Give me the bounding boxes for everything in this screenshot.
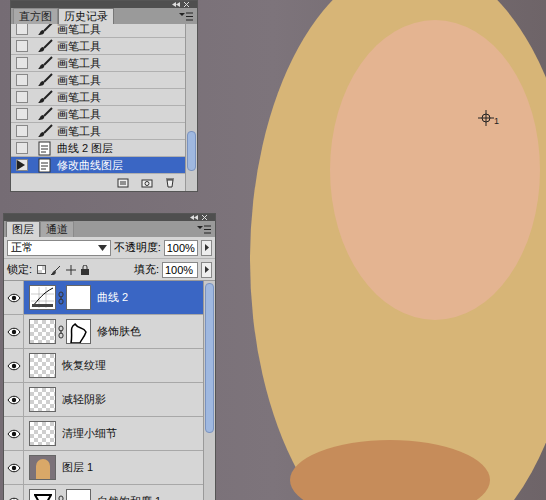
snapshot-source-box[interactable]: [16, 159, 28, 171]
snapshot-source-box[interactable]: [16, 125, 28, 137]
brush-icon: [37, 39, 53, 53]
panel-tabs: 直方图历史记录: [11, 8, 197, 24]
history-item[interactable]: 修改曲线图层: [11, 157, 185, 174]
collapse-icon[interactable]: [190, 215, 198, 220]
history-item[interactable]: 画笔工具: [11, 24, 185, 38]
history-item[interactable]: 曲线 2 图层: [11, 140, 185, 157]
layer-row[interactable]: 清理小细节: [4, 417, 203, 451]
document-icon: [37, 141, 53, 156]
photoshop-screen: 1直方图历史记录画笔工具画笔工具画笔工具画笔工具画笔工具画笔工具画笔工具曲线 2…: [0, 0, 546, 500]
layers-panel: 图层通道正常不透明度:100%锁定:填充:100%曲线 2修饰肤色恢复纹理减轻阴…: [3, 213, 216, 500]
panel-tab[interactable]: 通道: [40, 221, 74, 237]
document-icon: [37, 158, 53, 173]
dropdown-arrow-icon: [98, 245, 107, 251]
layer-mask-thumbnail[interactable]: [66, 285, 91, 310]
fill-field[interactable]: 100%: [162, 262, 198, 278]
history-item[interactable]: 画笔工具: [11, 106, 185, 123]
panel-tab[interactable]: 历史记录: [58, 8, 114, 24]
transparent-thumbnail: [29, 387, 56, 412]
lock-all-icon[interactable]: [81, 265, 89, 275]
transparent-thumbnail: [29, 319, 56, 344]
snapshot-source-box[interactable]: [16, 108, 28, 120]
eye-icon[interactable]: [7, 327, 21, 337]
blend-mode-select[interactable]: 正常: [7, 240, 111, 256]
history-item[interactable]: 画笔工具: [11, 72, 185, 89]
layers-list: 曲线 2修饰肤色恢复纹理减轻阴影清理小细节图层 1自然饱和度 1: [4, 281, 203, 500]
layer-mask-thumbnail[interactable]: [66, 319, 91, 344]
photo-thumbnail: [29, 455, 56, 480]
snapshot-source-box[interactable]: [16, 74, 28, 86]
layer-row[interactable]: 恢复纹理: [4, 349, 203, 383]
brush-icon: [37, 24, 53, 36]
snapshot-source-box[interactable]: [16, 24, 28, 35]
transparent-thumbnail: [29, 421, 56, 446]
curves-thumbnail: [29, 285, 56, 310]
history-list: 画笔工具画笔工具画笔工具画笔工具画笔工具画笔工具画笔工具曲线 2 图层修改曲线图…: [11, 24, 185, 191]
layer-mask-thumbnail[interactable]: [66, 489, 91, 500]
layer-row[interactable]: 修饰肤色: [4, 315, 203, 349]
layer-row[interactable]: 曲线 2: [4, 281, 203, 315]
camera-icon[interactable]: [141, 178, 153, 188]
panel-title-strip: [4, 214, 215, 221]
history-scrollbar[interactable]: [185, 24, 197, 191]
history-item[interactable]: 画笔工具: [11, 55, 185, 72]
panel-menu-icon[interactable]: [179, 12, 193, 21]
mask-shape-icon: [67, 320, 90, 343]
new-document-icon[interactable]: [117, 178, 129, 188]
snapshot-source-box[interactable]: [16, 40, 28, 52]
layers-scrollbar[interactable]: [203, 281, 215, 500]
history-item[interactable]: 画笔工具: [11, 89, 185, 106]
history-toolbar: [11, 174, 185, 191]
vibrance-icon: [34, 494, 52, 500]
brush-icon: [37, 107, 53, 121]
crosshair-icon: [478, 110, 494, 126]
lock-transparency-icon[interactable]: [37, 265, 46, 274]
eye-icon[interactable]: [7, 293, 21, 303]
eye-icon[interactable]: [7, 429, 21, 439]
trash-icon[interactable]: [165, 177, 175, 188]
opacity-arrow[interactable]: [201, 240, 212, 256]
panel-tab[interactable]: 直方图: [13, 8, 58, 24]
brush-icon: [37, 90, 53, 104]
history-state-icon: [17, 160, 25, 170]
panel-title-strip: [11, 1, 197, 8]
curves-icon: [31, 287, 54, 308]
panel-tabs: 图层通道: [4, 221, 215, 237]
brush-icon: [37, 124, 53, 138]
eye-icon[interactable]: [7, 463, 21, 473]
link-icon[interactable]: [58, 325, 64, 339]
lock-move-icon[interactable]: [66, 265, 76, 275]
arrow-right-icon: [205, 266, 209, 273]
transparent-thumbnail: [29, 353, 56, 378]
eye-icon[interactable]: [7, 361, 21, 371]
history-panel: 直方图历史记录画笔工具画笔工具画笔工具画笔工具画笔工具画笔工具画笔工具曲线 2 …: [10, 0, 198, 192]
history-item[interactable]: 画笔工具: [11, 38, 185, 55]
snapshot-source-box[interactable]: [16, 91, 28, 103]
eye-icon[interactable]: [7, 395, 21, 405]
history-item[interactable]: 画笔工具: [11, 123, 185, 140]
snapshot-source-box[interactable]: [16, 57, 28, 69]
vibrance-thumbnail: [29, 489, 56, 500]
layer-row[interactable]: 图层 1: [4, 451, 203, 485]
panel-menu-icon[interactable]: [197, 225, 211, 234]
close-icon[interactable]: [184, 2, 189, 7]
opacity-field[interactable]: 100%: [164, 240, 199, 256]
close-icon[interactable]: [202, 215, 207, 220]
brush-icon: [37, 56, 53, 70]
fill-arrow[interactable]: [201, 262, 212, 278]
lock-brush-icon[interactable]: [51, 265, 61, 275]
snapshot-source-box[interactable]: [16, 142, 28, 154]
collapse-icon[interactable]: [172, 2, 180, 7]
brush-icon: [37, 73, 53, 87]
panel-tab[interactable]: 图层: [6, 221, 40, 237]
layer-row[interactable]: 减轻阴影: [4, 383, 203, 417]
link-icon[interactable]: [58, 495, 64, 500]
arrow-right-icon: [205, 244, 209, 251]
color-sampler[interactable]: 1: [478, 110, 499, 126]
link-icon[interactable]: [58, 291, 64, 305]
layer-row[interactable]: 自然饱和度 1: [4, 485, 203, 500]
eye-icon[interactable]: [7, 497, 21, 500]
